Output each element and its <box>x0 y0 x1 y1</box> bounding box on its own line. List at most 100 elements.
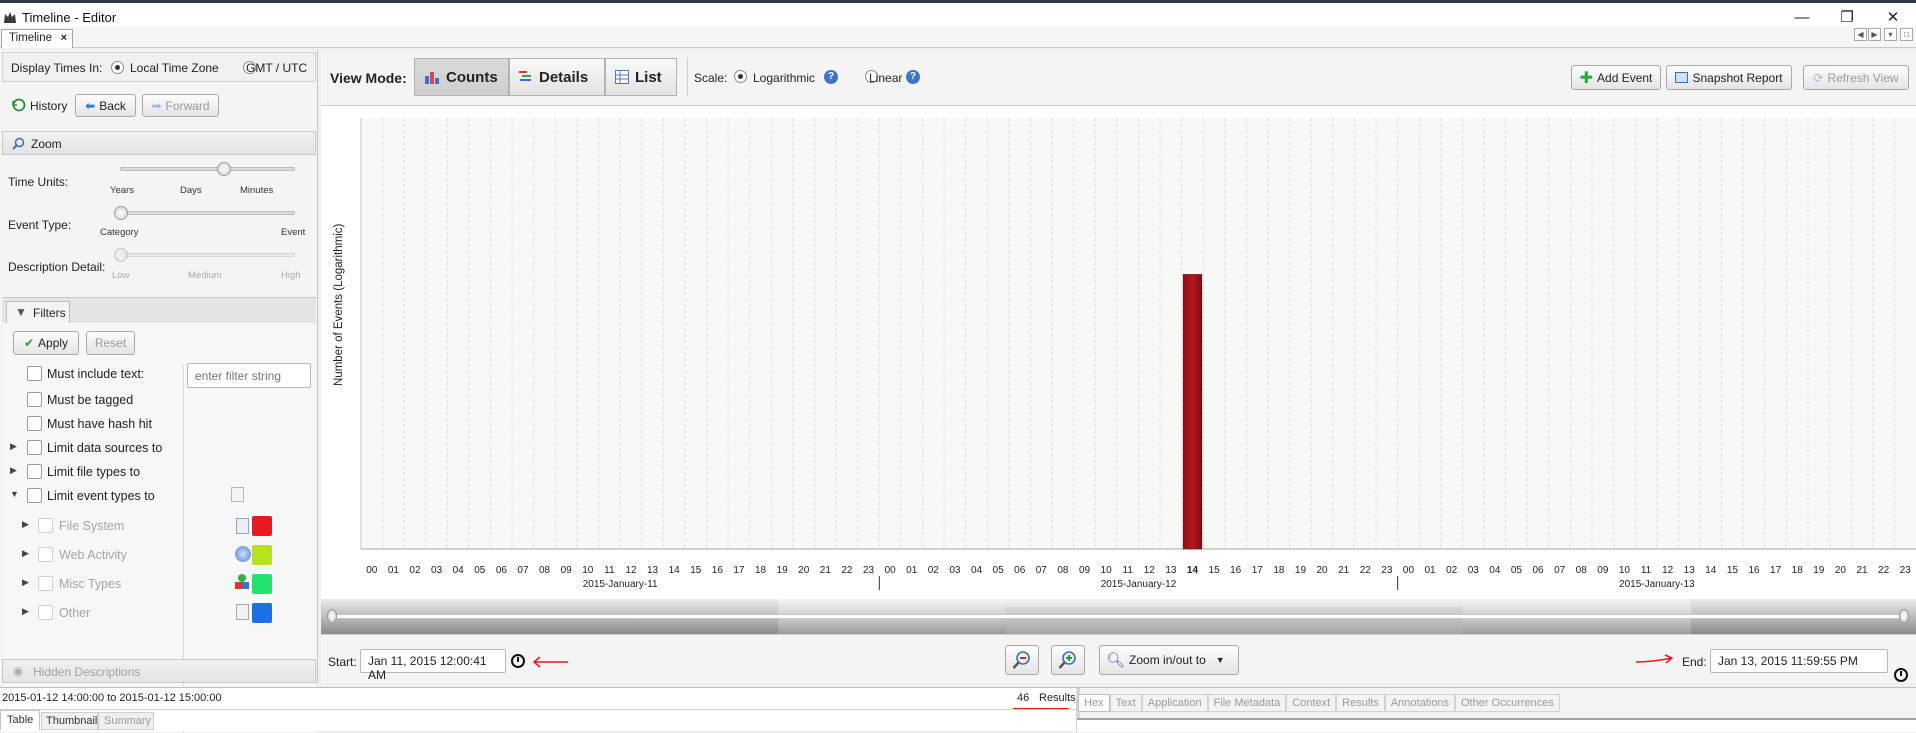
tab-close-icon[interactable]: × <box>61 32 67 44</box>
filters-tab[interactable]: ▼ Filters <box>6 301 70 323</box>
tab-other-occurrences[interactable]: Other Occurrences <box>1454 694 1560 712</box>
minimize-button[interactable]: — <box>1787 7 1817 29</box>
refresh-icon: ⟳ <box>1813 70 1824 85</box>
expand-file-system-icon[interactable]: ▶ <box>22 519 29 530</box>
linear-help-icon[interactable]: ? <box>906 70 920 84</box>
tab-annotations[interactable]: Annotations <box>1384 694 1455 712</box>
left-pane-tab-divider <box>0 709 1076 710</box>
hour-tick-label: 14 <box>1705 565 1717 576</box>
description-detail-slider-track[interactable] <box>120 253 295 257</box>
limit-event-types-checkbox[interactable] <box>27 488 42 503</box>
file-system-color-swatch[interactable] <box>252 516 272 536</box>
event-type-slider-thumb[interactable] <box>114 206 128 220</box>
limit-data-sources-checkbox[interactable] <box>27 440 42 455</box>
hour-tick-label: 12 <box>1662 565 1674 576</box>
refresh-view-button[interactable]: ⟳ Refresh View <box>1803 65 1909 90</box>
tab-table[interactable]: Table <box>0 710 40 730</box>
expand-web-activity-icon[interactable]: ▶ <box>22 548 29 559</box>
must-include-text-checkbox[interactable] <box>27 366 42 381</box>
apply-filters-button[interactable]: ✔ Apply <box>13 331 79 355</box>
tab-summary[interactable]: Summary <box>98 712 154 730</box>
expand-misc-types-icon[interactable]: ▶ <box>22 577 29 588</box>
details-mode-button[interactable]: Details <box>509 58 605 96</box>
maximize-pane-icon[interactable]: □ <box>1900 28 1913 41</box>
range-selector-strip[interactable] <box>321 599 1916 634</box>
hour-tick-label: 16 <box>712 565 724 576</box>
reset-filters-button[interactable]: Reset <box>86 331 135 355</box>
event-type-tick-category: Category <box>100 227 139 238</box>
end-time-field[interactable]: Jan 13, 2015 11:59:55 PM <box>1710 649 1888 673</box>
time-units-slider-track[interactable] <box>120 167 295 171</box>
tab-file-metadata[interactable]: File Metadata <box>1207 694 1287 712</box>
back-button[interactable]: ⬅ Back <box>75 94 136 117</box>
filters-tab-label: Filters <box>33 306 66 320</box>
other-color-swatch[interactable] <box>252 603 272 623</box>
tab-scroll-right-icon[interactable]: ▶ <box>1868 28 1881 41</box>
range-end-handle[interactable] <box>1899 609 1909 623</box>
autopsy-app-icon <box>4 12 16 23</box>
hour-tick-label: 20 <box>1835 565 1847 576</box>
collapse-event-types-icon[interactable]: ▼ <box>10 489 19 499</box>
tab-application[interactable]: Application <box>1141 694 1208 712</box>
hour-tick-label: 17 <box>1770 565 1782 576</box>
range-slider-track[interactable] <box>335 614 1902 619</box>
red-annotation-arrow-left <box>532 656 568 668</box>
restore-button[interactable]: ❐ <box>1832 7 1862 29</box>
hour-tick-label: 09 <box>1079 565 1091 576</box>
hidden-descriptions-header[interactable]: ◉ Hidden Descriptions <box>2 659 316 683</box>
tab-list-icon[interactable]: ▾ <box>1884 28 1897 41</box>
zoom-in-out-menu-button[interactable]: 🔍︎ Zoom in/out to ▼ <box>1099 645 1239 675</box>
expand-file-types-icon[interactable]: ▶ <box>10 465 17 476</box>
hour-tick-label: 20 <box>798 565 810 576</box>
close-window-button[interactable]: ✕ <box>1878 7 1908 29</box>
expand-other-icon[interactable]: ▶ <box>22 606 29 617</box>
logarithmic-help-icon[interactable]: ? <box>824 70 838 84</box>
add-event-button[interactable]: ✚ Add Event <box>1571 65 1661 90</box>
misc-types-color-swatch[interactable] <box>252 574 272 594</box>
must-have-hash-hit-checkbox[interactable] <box>27 416 42 431</box>
web-activity-checkbox[interactable] <box>38 547 53 562</box>
event-count-bar <box>1182 274 1203 550</box>
range-start-handle[interactable] <box>327 609 337 623</box>
tab-results[interactable]: Results <box>1336 694 1385 712</box>
start-clock-icon[interactable] <box>511 654 525 668</box>
event-type-slider-track[interactable] <box>120 211 295 215</box>
forward-button[interactable]: ➡ Forward <box>142 94 219 117</box>
counts-mode-button[interactable]: Counts <box>414 58 509 96</box>
tab-scroll-left-icon[interactable]: ◀ <box>1854 28 1867 41</box>
magnifier-icon: 🔍︎ <box>1106 652 1126 669</box>
hour-tick-label: 22 <box>1878 565 1890 576</box>
list-mode-button[interactable]: List <box>605 58 677 96</box>
tab-timeline[interactable]: Timeline × <box>1 29 73 48</box>
tab-thumbnail[interactable]: Thumbnail <box>41 712 98 730</box>
file-system-checkbox[interactable] <box>38 518 53 533</box>
other-checkbox[interactable] <box>38 605 53 620</box>
snapshot-report-button[interactable]: Snapshot Report <box>1666 65 1792 90</box>
day-label: 2015-January-13 <box>1619 579 1695 590</box>
results-area: 2015-01-12 14:00:00 to 2015-01-12 15:00:… <box>0 687 1916 732</box>
filter-text-input[interactable] <box>187 363 311 388</box>
logarithmic-radio[interactable] <box>734 70 747 83</box>
history-label: History <box>30 99 68 113</box>
must-be-tagged-checkbox[interactable] <box>27 392 42 407</box>
end-clock-icon[interactable] <box>1894 668 1908 682</box>
tab-hex[interactable]: Hex <box>1078 694 1110 712</box>
hour-tick-label: 07 <box>1554 565 1566 576</box>
limit-file-types-checkbox[interactable] <box>27 464 42 479</box>
zoom-section-header[interactable]: Zoom <box>2 131 316 155</box>
start-time-field[interactable]: Jan 11, 2015 12:00:41 AM <box>360 649 506 682</box>
hour-tick-label: 02 <box>1446 565 1458 576</box>
web-activity-color-swatch[interactable] <box>252 545 272 565</box>
misc-types-checkbox[interactable] <box>38 576 53 591</box>
tab-text[interactable]: Text <box>1109 694 1142 712</box>
tab-context[interactable]: Context <box>1286 694 1337 712</box>
history-icon <box>12 98 26 112</box>
hour-tick-label: 19 <box>1813 565 1825 576</box>
zoom-in-button[interactable] <box>1051 645 1085 675</box>
local-time-zone-radio[interactable] <box>111 61 124 74</box>
expand-data-sources-icon[interactable]: ▶ <box>10 441 17 452</box>
time-units-slider-thumb[interactable] <box>217 162 231 176</box>
description-detail-slider-thumb[interactable] <box>114 248 128 262</box>
hour-tick-label: 07 <box>1036 565 1048 576</box>
zoom-out-button[interactable] <box>1005 645 1039 675</box>
